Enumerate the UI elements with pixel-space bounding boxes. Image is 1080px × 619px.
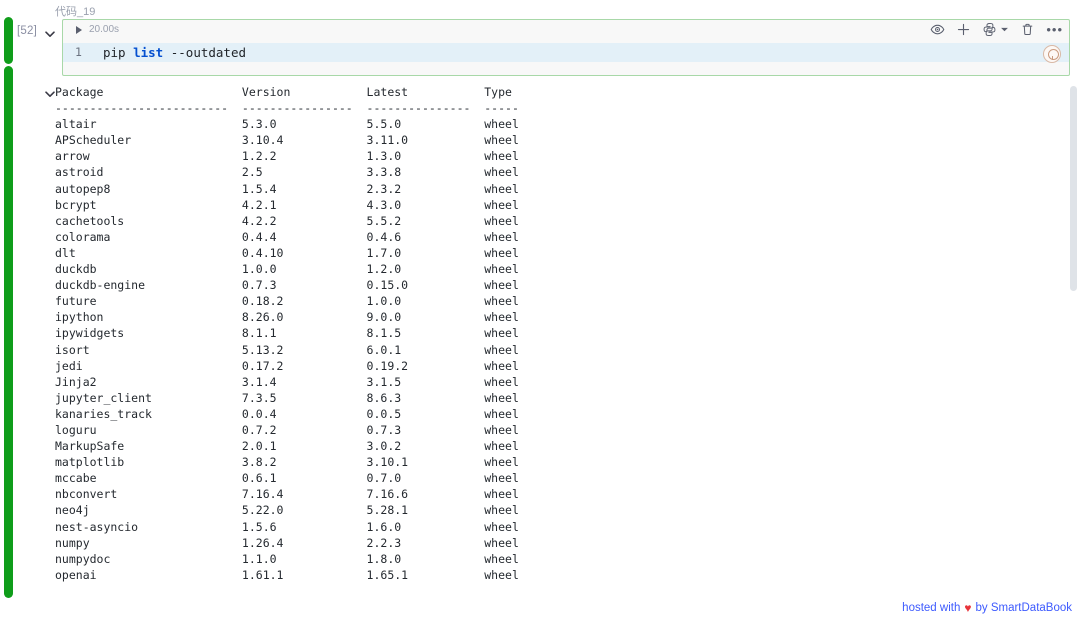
python-kernel-icon[interactable] [982,22,997,37]
table-row: nest-asyncio 1.5.6 1.6.0 wheel [55,519,519,534]
table-row: Jinja2 3.1.4 3.1.5 wheel [55,374,519,389]
notebook-page: [52] 代码_19 20.00s ••• 1 pip list --outda… [0,0,1080,619]
footer-attribution[interactable]: hosted with ♥ by SmartDataBook [902,601,1072,615]
table-row: APScheduler 3.10.4 3.11.0 wheel [55,133,519,148]
table-row: openai 1.61.1 1.65.1 wheel [55,567,519,582]
heart-icon: ♥ [964,601,972,615]
kernel-status-badge[interactable] [1043,45,1061,63]
table-row: duckdb-engine 0.7.3 0.15.0 wheel [55,278,519,293]
run-cell-play-icon[interactable] [76,26,82,34]
table-row: arrow 1.2.2 1.3.0 wheel [55,149,519,164]
table-row: duckdb 1.0.0 1.2.0 wheel [55,262,519,277]
line-number: 1 [75,45,82,59]
table-row: altair 5.3.0 5.5.0 wheel [55,117,519,132]
table-row: kanaries_track 0.0.4 0.0.5 wheel [55,406,519,421]
output-header-row: Package Version Latest Type [55,85,512,99]
cell-output: Package Version Latest Type -------------… [55,84,1065,583]
output-separator-row: ------------------------- --------------… [55,101,519,116]
code-content: pip list --outdated [103,45,246,60]
table-row: bcrypt 4.2.1 4.3.0 wheel [55,197,519,212]
code-suffix: --outdated [163,45,247,60]
footer-prefix: hosted with [902,602,961,614]
table-row: colorama 0.4.4 0.4.6 wheel [55,229,519,244]
table-row: mccabe 0.6.1 0.7.0 wheel [55,471,519,486]
table-row: dlt 0.4.10 1.7.0 wheel [55,245,519,260]
chevron-down-icon[interactable] [1000,25,1009,34]
run-indicator-bar-output [4,66,13,598]
cell-toolbar-row: 20.00s ••• [63,20,1069,40]
table-row: matplotlib 3.8.2 3.10.1 wheel [55,455,519,470]
table-row: jupyter_client 7.3.5 8.6.3 wheel [55,390,519,405]
run-indicator-bar-cell [4,17,13,64]
cell-toolbar: ••• [930,22,1063,37]
execution-time: 20.00s [89,24,120,35]
table-row: numpydoc 1.1.0 1.8.0 wheel [55,551,519,566]
code-line[interactable]: 1 pip list --outdated [63,43,1069,62]
cell-title: 代码_19 [55,6,96,18]
code-prefix: pip [103,45,134,60]
table-row: astroid 2.5 3.3.8 wheel [55,165,519,180]
code-keyword: list [133,45,164,60]
table-row: future 0.18.2 1.0.0 wheel [55,294,519,309]
table-row: autopep8 1.5.4 2.3.2 wheel [55,181,519,196]
trash-icon[interactable] [1020,22,1035,37]
collapse-cell-chevron-down-icon[interactable] [43,27,57,41]
plus-icon[interactable] [956,22,971,37]
table-row: loguru 0.7.2 0.7.3 wheel [55,422,519,437]
table-row: MarkupSafe 2.0.1 3.0.2 wheel [55,439,519,454]
more-options-icon[interactable]: ••• [1046,23,1063,36]
table-row: nbconvert 7.16.4 7.16.6 wheel [55,487,519,502]
table-row: numpy 1.26.4 2.2.3 wheel [55,535,519,550]
table-row: jedi 0.17.2 0.19.2 wheel [55,358,519,373]
output-scrollbar-thumb[interactable] [1070,86,1077,291]
table-row: isort 5.13.2 6.0.1 wheel [55,342,519,357]
code-cell[interactable]: 20.00s ••• 1 pip list --outdated [62,19,1070,76]
table-row: neo4j 5.22.0 5.28.1 wheel [55,503,519,518]
table-row: ipython 8.26.0 9.0.0 wheel [55,310,519,325]
execution-count: [52] [17,25,37,37]
table-row: ipywidgets 8.1.1 8.1.5 wheel [55,326,519,341]
footer-suffix: by SmartDataBook [975,602,1072,614]
table-row: cachetools 4.2.2 5.5.2 wheel [55,213,519,228]
eye-icon[interactable] [930,22,945,37]
